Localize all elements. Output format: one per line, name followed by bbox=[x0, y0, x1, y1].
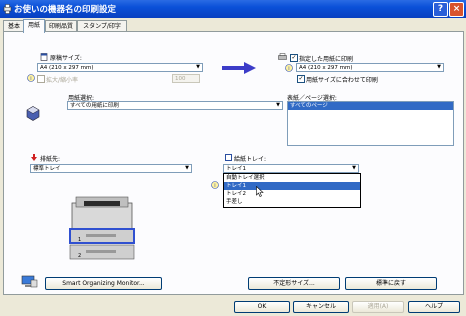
arrow-down-red-icon bbox=[31, 154, 37, 161]
zoom-info-icon: i bbox=[27, 74, 35, 82]
apply-button[interactable]: 適用(A) bbox=[352, 301, 404, 313]
print-on-label: 指定した用紙に印刷 bbox=[299, 56, 354, 63]
zoom-label: 拡大/縮小率 bbox=[46, 77, 79, 84]
printer-icon bbox=[278, 53, 287, 60]
ok-button[interactable]: OK bbox=[234, 301, 290, 313]
zoom-checkbox[interactable] bbox=[37, 75, 45, 83]
help-button[interactable]: ヘルプ bbox=[408, 301, 460, 313]
svg-text:i: i bbox=[214, 183, 215, 189]
monitor-icon bbox=[21, 275, 38, 288]
custom-size-button[interactable]: 不定形サイズ... bbox=[248, 277, 340, 290]
chevron-down-icon: ▼ bbox=[437, 64, 441, 70]
paper-source-dropdown[interactable]: 自動トレイ選択 トレイ1 トレイ2 手差し bbox=[223, 173, 361, 208]
title-bar[interactable]: お使いの機器名の印刷設定 bbox=[0, 0, 466, 18]
fit-to-paper-label: 用紙サイズに合わせて印刷 bbox=[306, 77, 378, 84]
zoom-spinner[interactable]: 100 bbox=[172, 74, 200, 83]
dropdown-option[interactable]: トレイ2 bbox=[224, 190, 360, 198]
print-on-info-icon: i bbox=[285, 64, 293, 72]
dropdown-option[interactable]: 自動トレイ選択 bbox=[224, 174, 360, 182]
zoom-value: 100 bbox=[175, 76, 186, 82]
print-on-value: A4 (210 x 297 mm) bbox=[299, 65, 353, 71]
paper-type-value: すべての用紙に印刷 bbox=[70, 103, 119, 109]
tray-icon bbox=[225, 154, 232, 161]
paper-source-value: トレイ1 bbox=[226, 166, 246, 172]
document-icon bbox=[40, 53, 48, 61]
close-button[interactable]: × bbox=[449, 2, 464, 17]
cancel-button[interactable]: キャンセル bbox=[293, 301, 349, 313]
cover-page-list[interactable]: すべてのページ bbox=[287, 101, 454, 146]
svg-text:i: i bbox=[30, 76, 31, 82]
printer-app-icon bbox=[3, 4, 12, 14]
tab-paper[interactable]: 用紙 bbox=[23, 19, 45, 33]
tray-1-label: 1 bbox=[78, 237, 82, 243]
output-select[interactable]: 標準トレイ ▼ bbox=[30, 164, 192, 173]
original-size-value: A4 (210 x 297 mm) bbox=[40, 65, 94, 71]
svg-text:i: i bbox=[288, 66, 289, 72]
restore-defaults-button[interactable]: 標準に戻す bbox=[345, 277, 437, 290]
paper-source-info-icon: i bbox=[211, 181, 219, 189]
help-title-button[interactable]: ? bbox=[433, 2, 448, 17]
paper-type-select[interactable]: すべての用紙に印刷 ▼ bbox=[67, 101, 283, 110]
window-title: お使いの機器名の印刷設定 bbox=[14, 5, 117, 15]
output-label: 排紙先: bbox=[40, 156, 61, 163]
chevron-down-icon: ▼ bbox=[196, 64, 200, 70]
chevron-down-icon: ▼ bbox=[185, 165, 189, 171]
original-size-select[interactable]: A4 (210 x 297 mm) ▼ bbox=[37, 63, 203, 72]
chevron-down-icon: ▼ bbox=[276, 102, 280, 108]
original-size-label: 原稿サイズ: bbox=[50, 55, 82, 62]
paper-stack-icon bbox=[26, 106, 40, 121]
fit-to-paper-checkbox[interactable]: ✓ bbox=[297, 75, 305, 83]
chevron-down-icon: ▼ bbox=[352, 165, 356, 171]
output-value: 標準トレイ bbox=[33, 166, 61, 172]
list-item[interactable]: すべてのページ bbox=[288, 102, 453, 110]
arrow-right-icon bbox=[222, 62, 256, 74]
dropdown-option[interactable]: 手差し bbox=[224, 198, 360, 206]
printer-illustration bbox=[69, 196, 135, 260]
paper-source-label: 給紙トレイ: bbox=[234, 156, 267, 163]
mouse-cursor-icon bbox=[256, 186, 264, 197]
tray-2-label: 2 bbox=[78, 253, 82, 259]
print-on-checkbox[interactable]: ✓ bbox=[290, 54, 298, 62]
dropdown-option-selected[interactable]: トレイ1 bbox=[224, 182, 360, 190]
paper-source-select[interactable]: トレイ1 ▼ bbox=[223, 164, 359, 173]
smart-organizing-monitor-button[interactable]: Smart Organizing Monitor... bbox=[45, 277, 162, 290]
print-on-select[interactable]: A4 (210 x 297 mm) ▼ bbox=[296, 63, 444, 72]
